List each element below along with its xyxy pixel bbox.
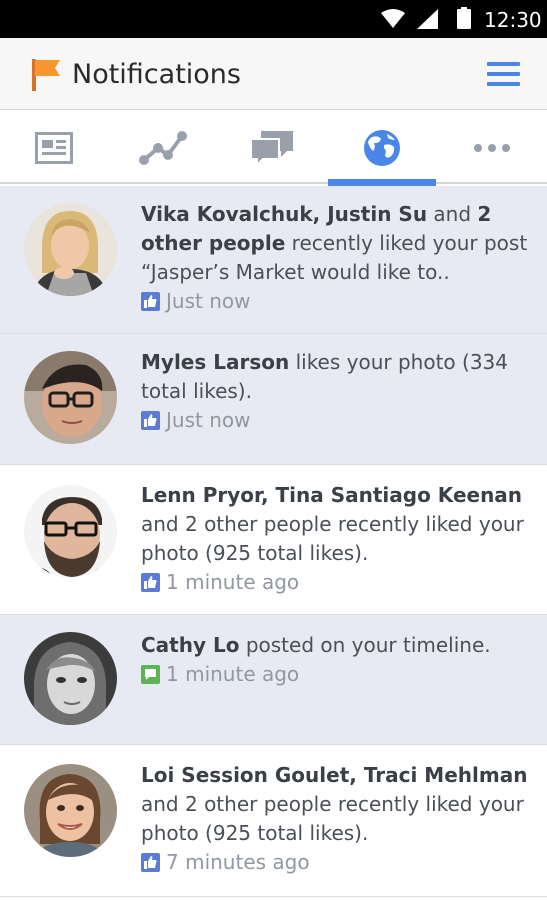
tab-more[interactable] <box>438 111 546 184</box>
battery-icon <box>457 7 471 29</box>
notification-item[interactable]: Myles Larson likes your photo (334 total… <box>0 334 547 465</box>
news-feed-icon <box>35 131 73 164</box>
notification-text: Lenn Pryor, Tina Santiago Keenan and 2 ot… <box>141 481 531 597</box>
status-time: 12:30 <box>484 8 542 32</box>
signal-icon <box>417 9 438 29</box>
notification-text: Cathy Lo posted on your timeline. 1 minu… <box>141 631 531 689</box>
notification-actors: Loi Session Goulet, Traci Mehlman <box>141 763 528 787</box>
notification-text: Myles Larson likes your photo (334 total… <box>141 348 531 435</box>
notification-item[interactable]: Vika Kovalchuk, Justin Su and 2 other pe… <box>0 186 547 334</box>
like-icon <box>141 853 160 872</box>
like-icon <box>141 573 160 592</box>
notification-time: 1 minute ago <box>166 662 300 686</box>
avatar <box>24 351 117 444</box>
notification-meta: 1 minute ago <box>141 660 531 689</box>
notification-time: Just now <box>166 408 251 432</box>
notification-meta: 7 minutes ago <box>141 848 531 877</box>
notification-item[interactable]: Cathy Lo posted on your timeline. 1 minu… <box>0 615 547 745</box>
notification-message: and 2 other people recently liked your p… <box>141 512 524 565</box>
notification-time: 7 minutes ago <box>166 850 310 874</box>
menu-bar <box>487 72 520 76</box>
app-header: Notifications <box>0 38 547 110</box>
status-bar: 12:30 <box>0 0 547 38</box>
hamburger-menu-button[interactable] <box>487 62 521 88</box>
tab-notifications[interactable] <box>328 111 436 186</box>
notification-text: Vika Kovalchuk, Justin Su and 2 other pe… <box>141 200 531 316</box>
notification-item[interactable]: Loi Session Goulet, Traci Mehlman and 2 … <box>0 745 547 897</box>
tab-bar <box>0 111 547 186</box>
notification-text: Loi Session Goulet, Traci Mehlman and 2 … <box>141 761 531 877</box>
notification-time: Just now <box>166 289 251 313</box>
notification-message: and 2 other people recently liked your p… <box>141 792 524 845</box>
more-icon <box>474 143 510 152</box>
flag-icon <box>32 59 60 91</box>
notification-meta: Just now <box>141 287 531 316</box>
notification-connector: and <box>427 202 478 226</box>
notification-actors: Myles Larson <box>141 350 290 374</box>
comment-icon <box>141 665 160 684</box>
notification-actors: Vika Kovalchuk, Justin Su <box>141 202 428 226</box>
tab-news-feed[interactable] <box>0 111 108 184</box>
messages-icon <box>250 130 293 167</box>
notification-meta: Just now <box>141 406 531 435</box>
avatar <box>24 632 117 725</box>
tab-activity[interactable] <box>109 111 217 184</box>
notification-item[interactable]: Lenn Pryor, Tina Santiago Keenan and 2 ot… <box>0 465 547 615</box>
avatar <box>24 764 117 857</box>
notification-meta: 1 minute ago <box>141 568 531 597</box>
notification-list: Vika Kovalchuk, Justin Su and 2 other pe… <box>0 186 547 897</box>
notification-actors: Cathy Lo <box>141 633 240 657</box>
like-icon <box>141 411 160 430</box>
tab-messages[interactable] <box>218 111 326 184</box>
notification-message: posted on your timeline. <box>239 633 491 657</box>
globe-icon <box>364 129 400 166</box>
like-icon <box>141 292 160 311</box>
wifi-icon <box>381 9 405 28</box>
notification-actors: Lenn Pryor, Tina Santiago Keenan <box>141 483 523 507</box>
menu-bar <box>487 62 520 66</box>
menu-bar <box>487 82 520 86</box>
notification-time: 1 minute ago <box>166 570 300 594</box>
activity-graph-icon <box>139 130 187 165</box>
avatar <box>24 485 117 578</box>
page-title: Notifications <box>72 59 241 90</box>
avatar <box>24 203 117 296</box>
